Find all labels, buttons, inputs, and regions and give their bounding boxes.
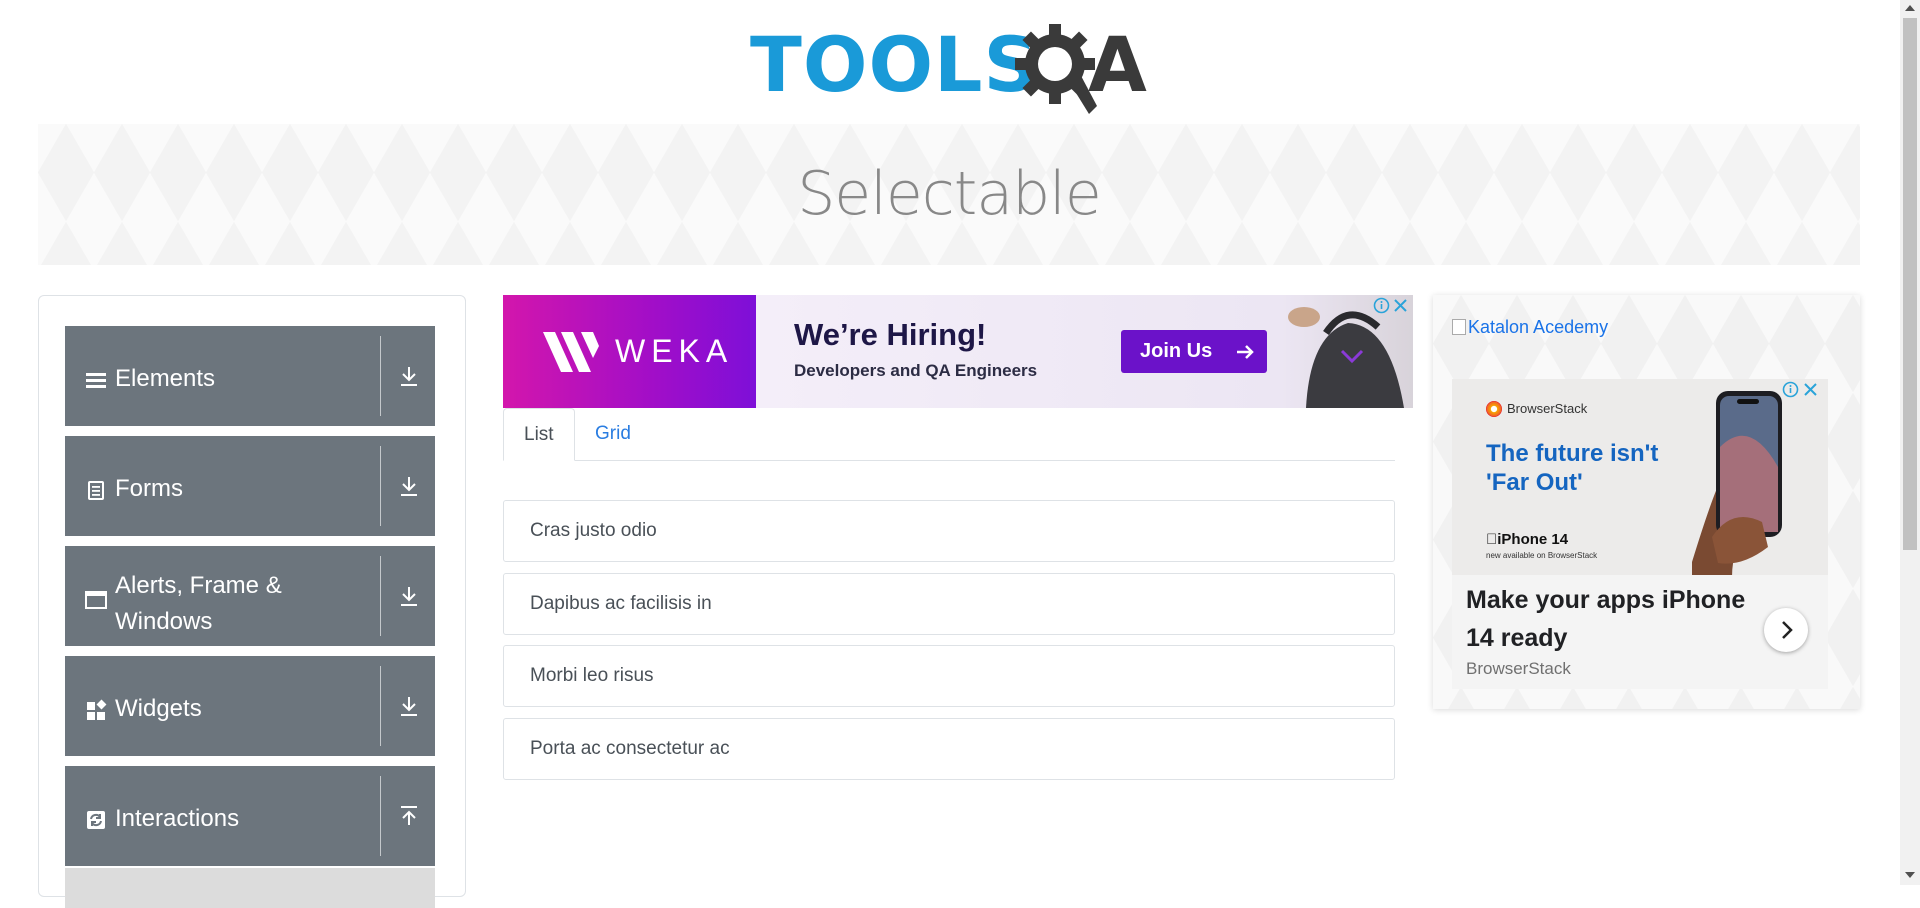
ad-next-button[interactable]: [1764, 608, 1808, 652]
browserstack-advertiser: BrowserStack: [1466, 659, 1571, 678]
scrollbar-thumb[interactable]: [1903, 18, 1917, 550]
sidebar-group-label: Elements: [115, 365, 216, 392]
divider: [380, 446, 381, 526]
list-item[interactable]: Dapibus ac facilisis in: [503, 573, 1395, 635]
list-item[interactable]: Morbi leo risus: [503, 645, 1395, 707]
upload-arrow-icon[interactable]: [397, 804, 421, 828]
scroll-down-arrow-icon[interactable]: [1905, 872, 1915, 878]
divider: [380, 336, 381, 416]
weka-wordmark: WEKA: [615, 333, 734, 369]
tab-grid[interactable]: Grid: [575, 408, 651, 459]
download-arrow-icon[interactable]: [397, 584, 421, 608]
iphone-product-label: iPhone 14: [1486, 531, 1568, 548]
broken-image-icon: [1452, 319, 1466, 335]
chevron-right-icon: [1782, 621, 1793, 639]
sidebar-group-forms[interactable]: Forms: [65, 436, 435, 536]
phone-in-hand-image: [1692, 391, 1782, 577]
list-item[interactable]: Cras justo odio: [503, 500, 1395, 562]
apple-logo-icon: : [1486, 531, 1497, 548]
left-sidebar: Elements Forms Alerts, Frame & Windows W…: [38, 295, 466, 908]
widgets-icon: [87, 699, 107, 720]
ad-headline: We’re Hiring!: [794, 317, 987, 352]
download-arrow-icon[interactable]: [397, 364, 421, 388]
browserstack-ad[interactable]: BrowserStack The future isn't 'Far Out' …: [1452, 379, 1828, 689]
toolsqa-logo[interactable]: TOOLS A: [750, 18, 1155, 118]
sidebar-group-widgets[interactable]: Widgets: [65, 656, 435, 756]
join-us-button[interactable]: Join Us: [1121, 330, 1267, 373]
page-scrollbar[interactable]: [1900, 0, 1920, 885]
ad-info-icon[interactable]: [1373, 297, 1390, 314]
divider: [380, 666, 381, 746]
ad-info-icon[interactable]: [1782, 381, 1799, 398]
interactions-submenu-top: [65, 868, 435, 908]
divider: [380, 556, 381, 636]
sidebar-group-elements[interactable]: Elements: [65, 326, 435, 426]
weka-message-panel: We’re Hiring! Developers and QA Engineer…: [756, 295, 1413, 408]
download-arrow-icon[interactable]: [397, 474, 421, 498]
menu-lines-icon: [86, 373, 106, 388]
weka-brand-panel: WEKA: [503, 295, 756, 408]
browserstack-ad-title: Make your apps iPhone 14 ready: [1466, 586, 1746, 652]
join-us-label: Join Us: [1140, 340, 1213, 362]
ad-close-icon[interactable]: [1392, 297, 1409, 314]
sidebar-group-label: Widgets: [115, 695, 202, 722]
sidebar-group-alerts-frame-windows[interactable]: Alerts, Frame & Windows: [65, 546, 435, 646]
right-ad-panel: Katalon Acedemy BrowserStack The future …: [1433, 295, 1860, 709]
sidebar-group-label: Forms: [115, 475, 183, 502]
logo-tools-text: TOOLS: [750, 20, 1040, 109]
sidebar-group-label: Alerts, Frame & Windows: [115, 572, 282, 635]
logo-a-text: A: [1088, 20, 1148, 109]
broken-image-alt: Katalon Acedemy: [1468, 317, 1609, 337]
page-banner: Selectable: [38, 124, 1860, 265]
browserstack-brand: BrowserStack: [1486, 401, 1587, 417]
download-arrow-icon[interactable]: [397, 694, 421, 718]
ad-subline: Developers and QA Engineers: [794, 361, 1038, 380]
arrow-right-icon: [1237, 345, 1254, 359]
sync-icon: [87, 811, 105, 829]
browserstack-text-panel: Make your apps iPhone 14 ready BrowserSt…: [1452, 575, 1828, 689]
selectable-tabs: List Grid: [503, 408, 1395, 461]
weka-logo-icon: [543, 332, 599, 372]
availability-text: new available on BrowserStack: [1486, 551, 1598, 560]
sidebar-group-interactions[interactable]: Interactions: [65, 766, 435, 866]
browserstack-headline: The future isn't 'Far Out': [1486, 440, 1659, 496]
browserstack-creative: BrowserStack The future isn't 'Far Out' …: [1452, 379, 1828, 579]
window-icon: [85, 591, 107, 609]
ad-close-icon[interactable]: [1802, 381, 1819, 398]
katalon-academy-link[interactable]: Katalon Acedemy: [1452, 317, 1608, 338]
browserstack-logo-icon: [1486, 401, 1502, 417]
weka-hiring-ad[interactable]: WEKA We’re Hiring! Developers and QA Eng…: [503, 295, 1413, 408]
tab-list[interactable]: List: [503, 408, 575, 461]
document-icon: [88, 481, 104, 500]
scroll-up-arrow-icon[interactable]: [1905, 5, 1915, 11]
page-title: Selectable: [797, 159, 1102, 229]
sidebar-group-label: Interactions: [115, 805, 240, 832]
list-item[interactable]: Porta ac consectetur ac: [503, 718, 1395, 780]
divider: [380, 776, 381, 856]
